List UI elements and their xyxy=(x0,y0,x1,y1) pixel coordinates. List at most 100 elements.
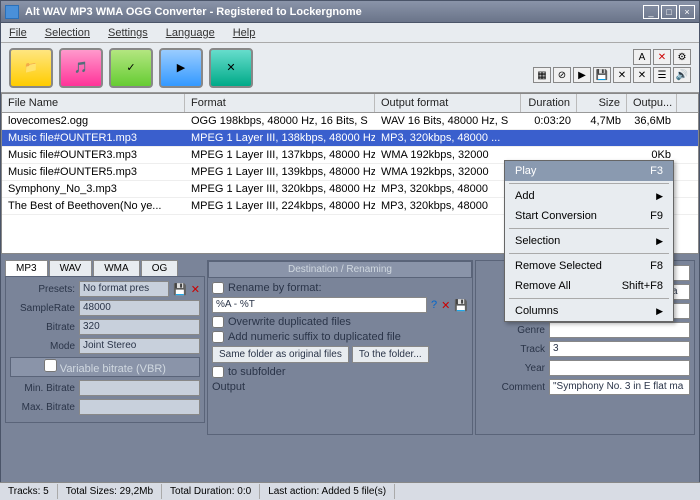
menu-selection[interactable]: Selection xyxy=(45,27,90,39)
minimize-button[interactable]: _ xyxy=(643,5,659,19)
sm-stop-button[interactable]: ⊘ xyxy=(553,67,571,83)
sm-x2-button[interactable]: ✕ xyxy=(633,67,651,83)
format-panel: MP3 WAV WMA OG Presets:No format pres💾✕ … xyxy=(5,260,205,435)
check-icon: ✓ xyxy=(126,61,135,74)
col-size[interactable]: Size xyxy=(577,94,627,112)
ctx-add[interactable]: Add▶ xyxy=(505,186,673,206)
x-icon: ✕ xyxy=(226,61,235,74)
col-duration[interactable]: Duration xyxy=(521,94,577,112)
sm-play-button[interactable]: ▶ xyxy=(573,67,591,83)
sm-x1-button[interactable]: ✕ xyxy=(613,67,631,83)
save-icon[interactable]: 💾 xyxy=(173,283,187,296)
presets-label: Presets: xyxy=(10,284,75,295)
status-sizes: Total Sizes: 29,2Mb xyxy=(58,484,162,499)
cell-outformat: WMA 192kbps, 32000 xyxy=(375,147,521,163)
cell-outformat: MP3, 320kbps, 48000 xyxy=(375,198,521,214)
music-icon: 🎵 xyxy=(74,61,88,74)
menu-language[interactable]: Language xyxy=(166,27,215,39)
save2-icon[interactable]: 💾 xyxy=(454,299,468,312)
table-row[interactable]: Music file#OUNTER1.mp3MPEG 1 Layer III, … xyxy=(2,130,698,147)
options-button[interactable]: ✓ xyxy=(109,48,153,88)
cell-format: MPEG 1 Layer III, 137kbps, 48000 Hz, JS xyxy=(185,147,375,163)
col-outformat[interactable]: Output format xyxy=(375,94,521,112)
cell-format: MPEG 1 Layer III, 224kbps, 48000 Hz, JS xyxy=(185,198,375,214)
col-format[interactable]: Format xyxy=(185,94,375,112)
cell-size xyxy=(577,130,627,146)
cell-outformat: MP3, 320kbps, 48000 xyxy=(375,181,521,197)
sm-disk-button[interactable]: 💾 xyxy=(593,67,611,83)
overwrite-check[interactable] xyxy=(212,316,224,328)
folder-icon: 📁 xyxy=(24,61,38,74)
sm-settings-button[interactable]: ⚙ xyxy=(673,49,691,65)
sm-delete-button[interactable]: ✕ xyxy=(653,49,671,65)
menu-help[interactable]: Help xyxy=(233,27,256,39)
output-field[interactable]: Output xyxy=(212,381,468,393)
toolbar: 📁 🎵 ✓ ▶ ✕ A ✕ ⚙ ▦ ⊘ ▶ 💾 ✕ ✕ ☰ 🔊 xyxy=(1,43,699,93)
sm-a-button[interactable]: A xyxy=(633,49,651,65)
sm-list-button[interactable]: ☰ xyxy=(653,67,671,83)
tab-og[interactable]: OG xyxy=(141,260,179,276)
rename-check[interactable] xyxy=(212,282,224,294)
menu-settings[interactable]: Settings xyxy=(108,27,148,39)
status-tracks: Tracks: 5 xyxy=(0,484,58,499)
del-icon[interactable]: ✕ xyxy=(441,299,450,312)
tab-wav[interactable]: WAV xyxy=(49,260,93,276)
cell-format: MPEG 1 Layer III, 139kbps, 48000 Hz, JS xyxy=(185,164,375,180)
meta-genre-label: Genre xyxy=(480,325,545,336)
ctx-remove-selected[interactable]: Remove SelectedF8 xyxy=(505,256,673,276)
status-duration: Total Duration: 0:0 xyxy=(162,484,260,499)
context-menu: PlayF3 Add▶ Start ConversionF9 Selection… xyxy=(504,160,674,322)
status-last: Last action: Added 5 file(s) xyxy=(260,484,395,499)
sm-grid-button[interactable]: ▦ xyxy=(533,67,551,83)
mode-select[interactable]: Joint Stereo xyxy=(79,338,200,354)
meta-genre-field[interactable] xyxy=(549,322,690,338)
subfolder-check[interactable] xyxy=(212,366,224,378)
clear-button[interactable]: ✕ xyxy=(209,48,253,88)
ctx-selection[interactable]: Selection▶ xyxy=(505,231,673,251)
help-icon[interactable]: ? xyxy=(431,299,437,311)
cell-name: Symphony_No_3.mp3 xyxy=(2,181,185,197)
window-title: Alt WAV MP3 WMA OGG Converter - Register… xyxy=(25,6,641,18)
chevron-right-icon: ▶ xyxy=(656,191,663,202)
meta-comment-field[interactable]: "Symphony No. 3 in E flat ma xyxy=(549,379,690,395)
toolbar-right: A ✕ ⚙ ▦ ⊘ ▶ 💾 ✕ ✕ ☰ 🔊 xyxy=(533,49,691,83)
tab-mp3[interactable]: MP3 xyxy=(5,260,48,276)
convert-button[interactable]: ▶ xyxy=(159,48,203,88)
col-filename[interactable]: File Name xyxy=(2,94,185,112)
maxbr-label: Max. Bitrate xyxy=(10,402,75,413)
menu-file[interactable]: File xyxy=(9,27,27,39)
samplerate-select[interactable]: 48000 xyxy=(79,300,200,316)
to-folder-button[interactable]: To the folder... xyxy=(352,346,429,363)
add-music-button[interactable]: 🎵 xyxy=(59,48,103,88)
add-files-button[interactable]: 📁 xyxy=(9,48,53,88)
presets-select[interactable]: No format pres xyxy=(79,281,169,297)
main-window: Alt WAV MP3 WMA OGG Converter - Register… xyxy=(0,0,700,500)
ctx-start[interactable]: Start ConversionF9 xyxy=(505,206,673,226)
minbr-field[interactable] xyxy=(79,380,200,396)
ctx-remove-all[interactable]: Remove AllShift+F8 xyxy=(505,276,673,296)
cell-size: 4,7Mb xyxy=(577,113,627,129)
cell-outformat: WMA 192kbps, 32000 xyxy=(375,164,521,180)
delete-icon[interactable]: ✕ xyxy=(191,283,200,296)
cell-out xyxy=(627,130,677,146)
format-field[interactable]: %A - %T xyxy=(212,297,427,313)
bitrate-select[interactable]: 320 xyxy=(79,319,200,335)
same-folder-button[interactable]: Same folder as original files xyxy=(212,346,349,363)
meta-track-label: Track xyxy=(480,344,545,355)
maxbr-field[interactable] xyxy=(79,399,200,415)
col-outsize[interactable]: Outpu... xyxy=(627,94,677,112)
sm-sound-button[interactable]: 🔊 xyxy=(673,67,691,83)
vbr-check[interactable] xyxy=(44,359,57,372)
suffix-check[interactable] xyxy=(212,331,224,343)
tab-wma[interactable]: WMA xyxy=(93,260,139,276)
meta-track-field[interactable]: 3 xyxy=(549,341,690,357)
close-button[interactable]: × xyxy=(679,5,695,19)
cell-name: The Best of Beethoven(No ye... xyxy=(2,198,185,214)
ctx-columns[interactable]: Columns▶ xyxy=(505,301,673,321)
cell-format: OGG 198kbps, 48000 Hz, 16 Bits, S xyxy=(185,113,375,129)
meta-year-label: Year xyxy=(480,363,545,374)
table-row[interactable]: lovecomes2.oggOGG 198kbps, 48000 Hz, 16 … xyxy=(2,113,698,130)
maximize-button[interactable]: □ xyxy=(661,5,677,19)
ctx-play[interactable]: PlayF3 xyxy=(505,161,673,181)
meta-year-field[interactable] xyxy=(549,360,690,376)
